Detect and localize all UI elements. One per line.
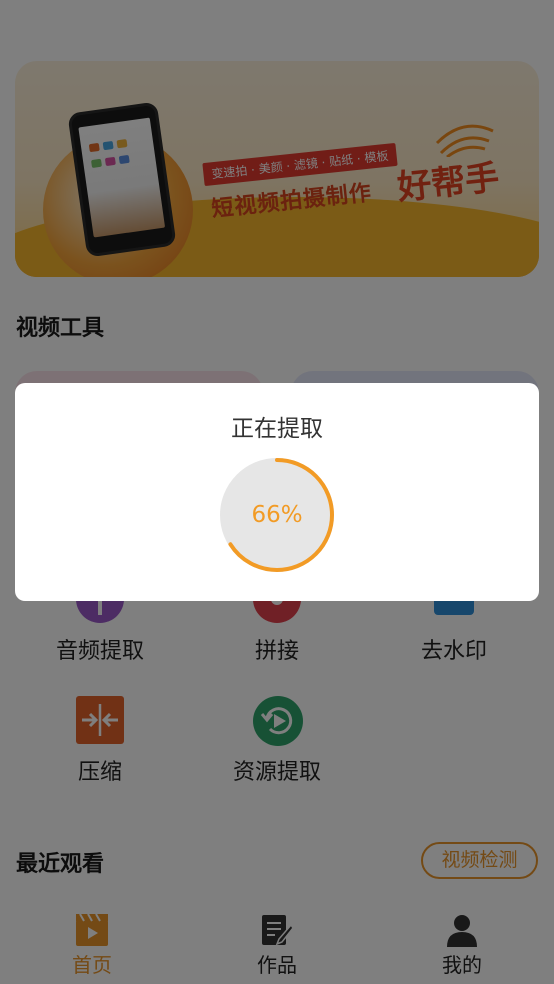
extract-progress-dialog: 正在提取 66% [15, 383, 539, 601]
progress-ring: 66% [219, 457, 335, 573]
progress-percent: 66% [251, 502, 303, 528]
dialog-title: 正在提取 [231, 416, 323, 442]
